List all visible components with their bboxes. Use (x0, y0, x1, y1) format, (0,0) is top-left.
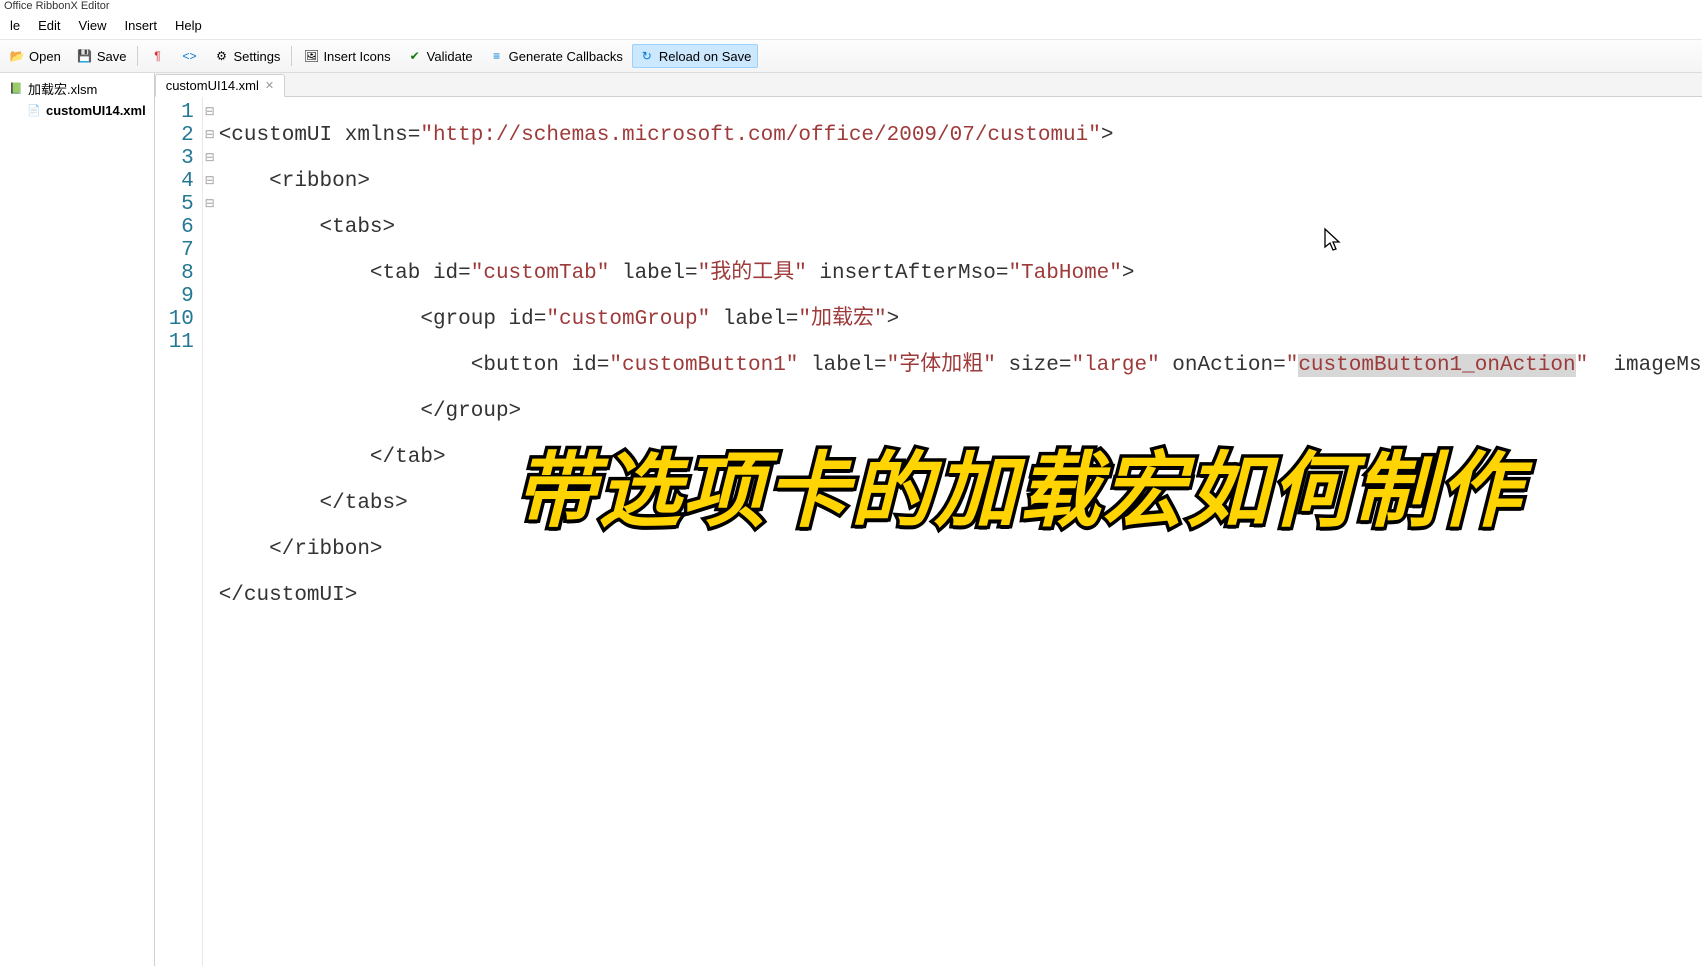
fold-marker (203, 285, 217, 308)
line-number: 4 (169, 170, 194, 193)
check-icon: ✔ (407, 48, 423, 64)
open-button[interactable]: 📂 Open (2, 44, 68, 68)
save-button[interactable]: 💾 Save (70, 44, 134, 68)
fold-marker[interactable]: ⊟ (203, 170, 217, 193)
gear-icon: ⚙ (213, 48, 229, 64)
code-line: </group> (219, 400, 1702, 423)
pilcrow-icon: ¶ (149, 48, 165, 64)
fold-marker (203, 262, 217, 285)
validate-label: Validate (427, 49, 473, 64)
line-number: 2 (169, 124, 194, 147)
code-line: <button id="customButton1" label="字体加粗" … (219, 354, 1702, 377)
validate-button[interactable]: ✔ Validate (400, 44, 480, 68)
fold-marker (203, 216, 217, 239)
separator (137, 46, 138, 66)
tree-root-file[interactable]: 📗 加载宏.xlsm (4, 77, 150, 100)
tree-child-xml[interactable]: 📄 customUI14.xml (4, 100, 150, 120)
separator (291, 46, 292, 66)
line-number: 3 (169, 147, 194, 170)
code-line: </customUI> (219, 584, 1702, 607)
menu-edit[interactable]: Edit (30, 16, 68, 35)
code-line: <tabs> (219, 216, 1702, 239)
fold-marker[interactable]: ⊟ (203, 147, 217, 170)
menu-insert[interactable]: Insert (116, 16, 165, 35)
list-icon: ≡ (489, 48, 505, 64)
save-disk-icon: 💾 (77, 48, 93, 64)
insert-icons-button[interactable]: 🖼 Insert Icons (296, 44, 397, 68)
editor-tab-label: customUI14.xml (166, 78, 259, 93)
menu-view[interactable]: View (71, 16, 115, 35)
settings-button[interactable]: ⚙ Settings (206, 44, 287, 68)
line-number-gutter: 1 2 3 4 5 6 7 8 9 10 11 (155, 97, 203, 966)
line-number: 11 (169, 331, 194, 354)
code-line: <customUI xmlns="http://schemas.microsof… (219, 124, 1702, 147)
code-line: <tab id="customTab" label="我的工具" insertA… (219, 262, 1702, 285)
line-number: 1 (169, 101, 194, 124)
editor-tab[interactable]: customUI14.xml ✕ (155, 74, 285, 97)
save-label: Save (97, 49, 127, 64)
code-line: </tab> (219, 446, 1702, 469)
line-number: 9 (169, 285, 194, 308)
fold-marker (203, 239, 217, 262)
tree-child-label: customUI14.xml (46, 103, 146, 118)
insert-icons-label: Insert Icons (323, 49, 390, 64)
fold-marker[interactable]: ⊟ (203, 101, 217, 124)
workspace: 📗 加载宏.xlsm 📄 customUI14.xml customUI14.x… (0, 73, 1702, 966)
menu-file[interactable]: le (2, 16, 28, 35)
excel-file-icon: 📗 (8, 81, 24, 97)
selected-text: customButton1_onAction (1298, 354, 1575, 377)
open-folder-icon: 📂 (9, 48, 25, 64)
xml-file-icon: 📄 (26, 102, 42, 118)
code-brackets-icon: <> (181, 48, 197, 64)
menu-bar: le Edit View Insert Help (0, 12, 1702, 39)
code-line: </ribbon> (219, 538, 1702, 561)
tree-panel: 📗 加载宏.xlsm 📄 customUI14.xml (0, 73, 155, 966)
code-line: <ribbon> (219, 170, 1702, 193)
open-label: Open (29, 49, 61, 64)
window-title: Office RibbonX Editor (0, 0, 1702, 12)
fold-marker (203, 308, 217, 331)
toolbar: 📂 Open 💾 Save ¶ <> ⚙ Settings 🖼 Insert I… (0, 39, 1702, 73)
icon-only-button-1[interactable]: ¶ (142, 44, 172, 68)
code-editor[interactable]: 1 2 3 4 5 6 7 8 9 10 11 ⊟ ⊟ ⊟ ⊟ ⊟ (155, 97, 1702, 966)
line-number: 6 (169, 216, 194, 239)
tree-root-label: 加载宏.xlsm (28, 79, 97, 98)
fold-gutter: ⊟ ⊟ ⊟ ⊟ ⊟ (203, 97, 217, 966)
icon-only-button-2[interactable]: <> (174, 44, 204, 68)
reload-icon: ↻ (639, 48, 655, 64)
editor-area: customUI14.xml ✕ 1 2 3 4 5 6 7 8 9 10 11… (155, 73, 1702, 966)
reload-label: Reload on Save (659, 49, 752, 64)
reload-on-save-button[interactable]: ↻ Reload on Save (632, 44, 759, 68)
fold-marker[interactable]: ⊟ (203, 193, 217, 216)
generate-callbacks-button[interactable]: ≡ Generate Callbacks (482, 44, 630, 68)
generate-callbacks-label: Generate Callbacks (509, 49, 623, 64)
close-tab-icon[interactable]: ✕ (265, 79, 274, 92)
fold-marker (203, 331, 217, 354)
line-number: 8 (169, 262, 194, 285)
fold-marker[interactable]: ⊟ (203, 124, 217, 147)
code-line: <group id="customGroup" label="加载宏"> (219, 308, 1702, 331)
line-number: 5 (169, 193, 194, 216)
settings-label: Settings (233, 49, 280, 64)
tab-strip: customUI14.xml ✕ (155, 73, 1702, 97)
line-number: 7 (169, 239, 194, 262)
line-number: 10 (169, 308, 194, 331)
code-line: </tabs> (219, 492, 1702, 515)
menu-help[interactable]: Help (167, 16, 210, 35)
image-icon: 🖼 (303, 48, 319, 64)
code-content[interactable]: <customUI xmlns="http://schemas.microsof… (217, 97, 1702, 966)
